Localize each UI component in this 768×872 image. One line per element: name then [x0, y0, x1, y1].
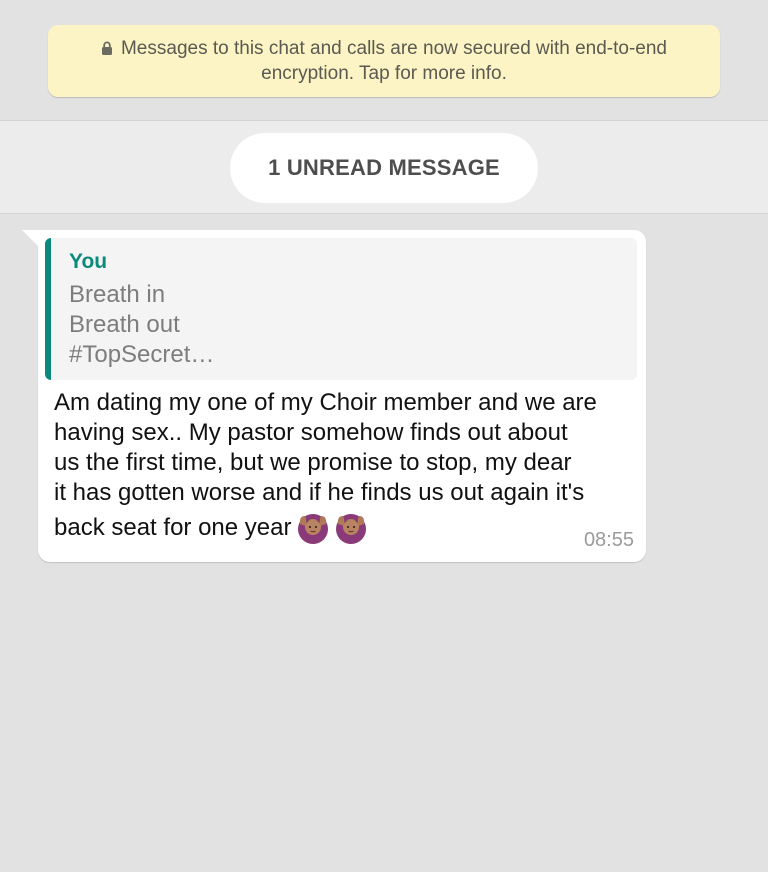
message-timestamp: 08:55 — [583, 529, 634, 551]
message-line: it has gotten worse and if he finds us o… — [54, 479, 585, 506]
message-line: Am dating my one of my Choir member and … — [54, 389, 597, 416]
incoming-message-bubble[interactable]: You Breath in Breath out #TopSecret… Am … — [22, 230, 646, 562]
person-gesturing-ok-icon — [336, 514, 367, 544]
message-line: us the first time, but we promise to sto… — [54, 449, 572, 476]
quote-accent-bar — [45, 238, 51, 380]
person-gesturing-ok-icon — [298, 514, 329, 544]
bubble-tail — [22, 230, 38, 246]
message-line: having sex.. My pastor somehow finds out… — [54, 419, 568, 446]
message-text: Am dating my one of my Choir member and … — [54, 388, 634, 544]
encryption-notice-text: Messages to this chat and calls are now … — [101, 36, 667, 86]
unread-message-pill: 1 UNREAD MESSAGE — [230, 133, 538, 203]
encryption-notice-line1: Messages to this chat and calls are now … — [120, 38, 668, 59]
quoted-text: Breath in Breath out #TopSecret… — [69, 281, 215, 368]
encryption-notice-line2: encryption. Tap for more info. — [261, 63, 507, 84]
quoted-author: You — [69, 250, 108, 273]
unread-message-label: 1 UNREAD MESSAGE — [268, 155, 500, 180]
encryption-notice[interactable]: Messages to this chat and calls are now … — [48, 25, 720, 97]
quoted-message[interactable]: You Breath in Breath out #TopSecret… — [45, 238, 637, 380]
lock-icon — [101, 41, 112, 55]
message-line: back seat for one year — [54, 514, 292, 541]
message-last-line: back seat for one year — [54, 512, 634, 544]
unread-divider: 1 UNREAD MESSAGE — [0, 120, 768, 214]
